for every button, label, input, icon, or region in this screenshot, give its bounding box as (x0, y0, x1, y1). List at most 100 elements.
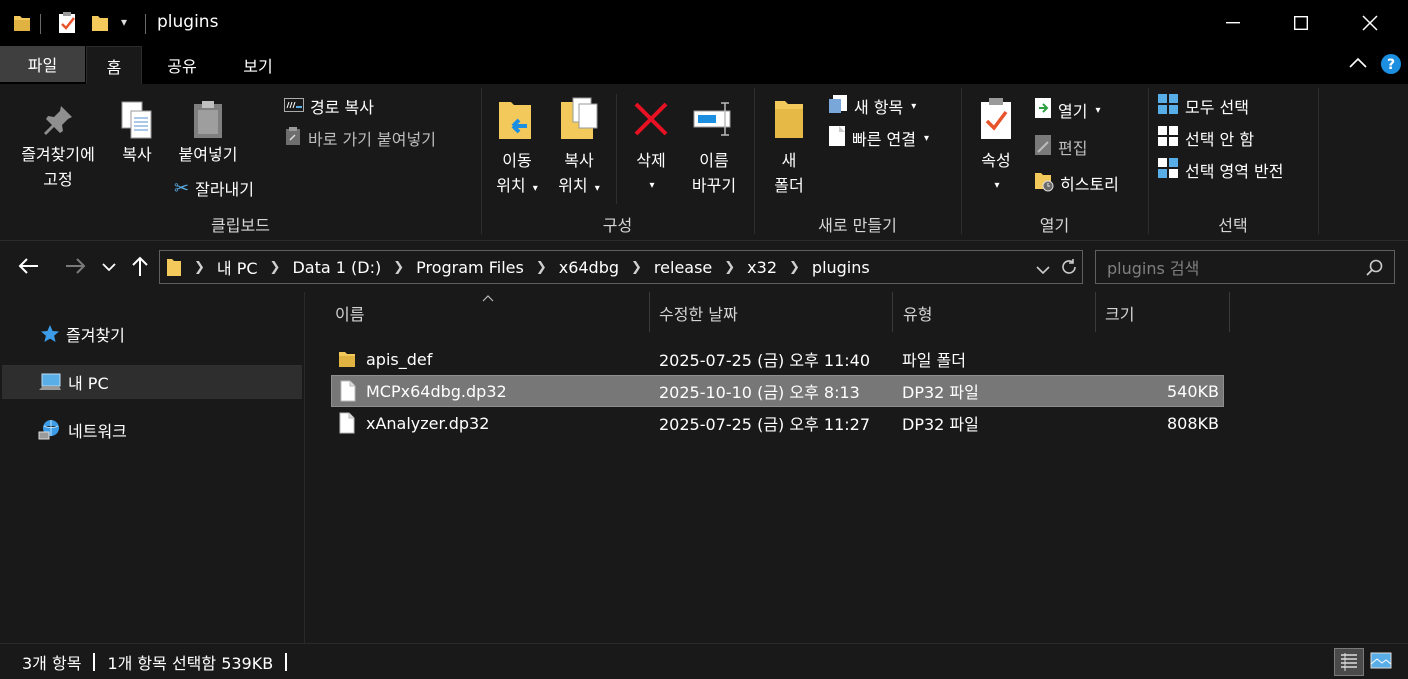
refresh-icon[interactable] (1060, 258, 1078, 280)
file-icon (339, 408, 355, 438)
open-button[interactable]: 열기 ▾ (1034, 97, 1100, 123)
nav-item-quick-access[interactable]: 즐겨찾기 (2, 317, 302, 351)
history-label: 히스토리 (1060, 175, 1119, 194)
new-item-button[interactable]: 새 항목 ▾ (828, 93, 916, 119)
maximize-button[interactable] (1278, 0, 1324, 46)
pin-label: 고정 (43, 170, 73, 189)
copy-path-button[interactable]: 경로 복사 (284, 93, 374, 119)
organize-group-label: 구성 (602, 216, 633, 235)
dropdown-caret-icon: ▾ (911, 100, 917, 112)
nav-item-network[interactable]: 네트워크 (2, 413, 302, 447)
breadcrumb-drive[interactable]: Data 1 (D:) (292, 258, 381, 277)
file-row[interactable]: apis_def 2025-07-25 (금) 오후 11:40 파일 폴더 (331, 344, 1224, 376)
copy-to-button[interactable]: 복사 위치 ▾ (549, 94, 609, 201)
address-bar[interactable]: ❯ 내 PC ❯ Data 1 (D:) ❯ Program Files ❯ x… (159, 250, 1083, 284)
breadcrumb-x32[interactable]: x32 (747, 258, 777, 277)
file-name: xAnalyzer.dp32 (366, 413, 490, 433)
file-type: DP32 파일 (902, 383, 979, 402)
star-icon (40, 324, 60, 344)
search-input[interactable]: plugins 검색 (1095, 250, 1395, 284)
new-item-label: 새 항목 (854, 98, 904, 117)
back-arrow-icon[interactable] (18, 257, 40, 279)
properties-qa-icon[interactable] (58, 12, 78, 38)
copy-to-label-2: 위치 ▾ (558, 176, 600, 195)
breadcrumb-my-pc[interactable]: 내 PC (217, 255, 258, 279)
nav-item-my-pc[interactable]: 내 PC (2, 365, 302, 399)
column-header-size[interactable]: 크기 (1105, 292, 1225, 334)
properties-button[interactable]: 속성 ▾ (970, 94, 1022, 198)
minimize-button[interactable] (1210, 0, 1256, 46)
up-arrow-icon[interactable] (131, 255, 149, 281)
column-header-name[interactable]: 이름 (335, 292, 645, 334)
recent-locations-chevron-icon[interactable] (102, 260, 116, 276)
new-item-icon (828, 94, 848, 118)
file-name: apis_def (366, 349, 433, 369)
group-divider (1318, 88, 1319, 234)
nav-label: 즐겨찾기 (66, 326, 125, 345)
customize-qa-chevron-icon[interactable]: ▾ (121, 15, 127, 29)
collapse-ribbon-chevron-icon[interactable] (1348, 56, 1368, 74)
column-divider[interactable] (892, 292, 893, 332)
open-icon (1034, 97, 1052, 123)
file-row[interactable]: xAnalyzer.dp32 2025-07-25 (금) 오후 11:27 D… (331, 408, 1224, 440)
tab-home[interactable]: 홈 (86, 46, 142, 84)
pin-to-quick-access-button[interactable]: 즐겨찾기에 고정 (8, 98, 108, 192)
breadcrumb-release[interactable]: release (654, 258, 712, 277)
column-divider[interactable] (649, 292, 650, 332)
select-all-button[interactable]: 모두 선택 (1157, 93, 1249, 119)
tab-file[interactable]: 파일 (0, 46, 85, 82)
folder-icon (338, 344, 356, 374)
new-folder-qa-icon[interactable] (91, 13, 109, 37)
tab-share[interactable]: 공유 (150, 48, 214, 82)
breadcrumb-plugins[interactable]: plugins (812, 258, 870, 277)
invert-selection-button[interactable]: 선택 영역 반전 (1157, 157, 1284, 183)
move-to-icon (487, 94, 547, 144)
file-size: 808KB (1166, 413, 1219, 433)
cut-button[interactable]: ✂ 잘라내기 (174, 175, 254, 201)
paste-button[interactable]: 붙여넣기 (168, 98, 248, 167)
easy-access-button[interactable]: 빠른 연결 ▾ (828, 125, 929, 151)
close-button[interactable] (1347, 0, 1393, 46)
column-divider[interactable] (1095, 292, 1096, 332)
breadcrumb-chevron-icon[interactable]: ❯ (724, 260, 735, 275)
dropdown-caret-icon: ▾ (1095, 104, 1101, 116)
column-header-date[interactable]: 수정한 날짜 (659, 292, 889, 334)
tab-view[interactable]: 보기 (226, 48, 290, 82)
breadcrumb-chevron-icon[interactable]: ❯ (393, 260, 404, 275)
large-icons-view-icon[interactable] (1370, 652, 1392, 674)
delete-label: 삭제 (636, 151, 666, 170)
delete-button[interactable]: 삭제 ▾ (622, 94, 680, 198)
forward-arrow-icon[interactable] (64, 257, 86, 279)
move-to-button[interactable]: 이동 위치 ▾ (487, 94, 547, 201)
breadcrumb-chevron-icon[interactable]: ❯ (631, 260, 642, 275)
svg-text:?: ? (1387, 57, 1395, 73)
file-type: DP32 파일 (902, 415, 979, 434)
file-date: 2025-10-10 (금) 오후 8:13 (659, 383, 860, 402)
paste-shortcut-label: 바로 가기 붙여넣기 (308, 130, 436, 149)
rename-button[interactable]: 이름 바꾸기 (682, 94, 746, 198)
breadcrumb-chevron-icon[interactable]: ❯ (270, 260, 281, 275)
window-title: plugins (157, 12, 219, 32)
details-view-icon[interactable] (1334, 648, 1364, 676)
search-icon[interactable] (1366, 259, 1384, 281)
file-date: 2025-07-25 (금) 오후 11:27 (659, 415, 870, 434)
breadcrumb-chevron-icon[interactable]: ❯ (536, 260, 547, 275)
cut-label: 잘라내기 (195, 180, 254, 199)
breadcrumb-chevron-icon[interactable]: ❯ (789, 260, 800, 275)
new-folder-button[interactable]: 새 폴더 (766, 94, 812, 198)
help-icon[interactable]: ? (1380, 53, 1402, 79)
file-name: MCPx64dbg.dp32 (366, 381, 507, 401)
paste-shortcut-icon (284, 126, 302, 150)
address-history-chevron-icon[interactable] (1036, 263, 1050, 279)
file-row-selected[interactable]: MCPx64dbg.dp32 2025-10-10 (금) 오후 8:13 DP… (331, 375, 1224, 407)
clipboard-group-label: 클립보드 (211, 216, 270, 235)
breadcrumb-program-files[interactable]: Program Files (416, 258, 524, 277)
breadcrumb-x64dbg[interactable]: x64dbg (559, 258, 619, 277)
copy-button[interactable]: 복사 (110, 98, 164, 167)
select-none-button[interactable]: 선택 안 함 (1157, 125, 1254, 151)
history-button[interactable]: 히스토리 (1034, 170, 1119, 196)
column-divider[interactable] (1229, 292, 1230, 332)
address-folder-icon (166, 257, 182, 277)
breadcrumb-chevron-icon[interactable]: ❯ (194, 260, 205, 275)
column-header-type[interactable]: 유형 (903, 292, 1093, 334)
